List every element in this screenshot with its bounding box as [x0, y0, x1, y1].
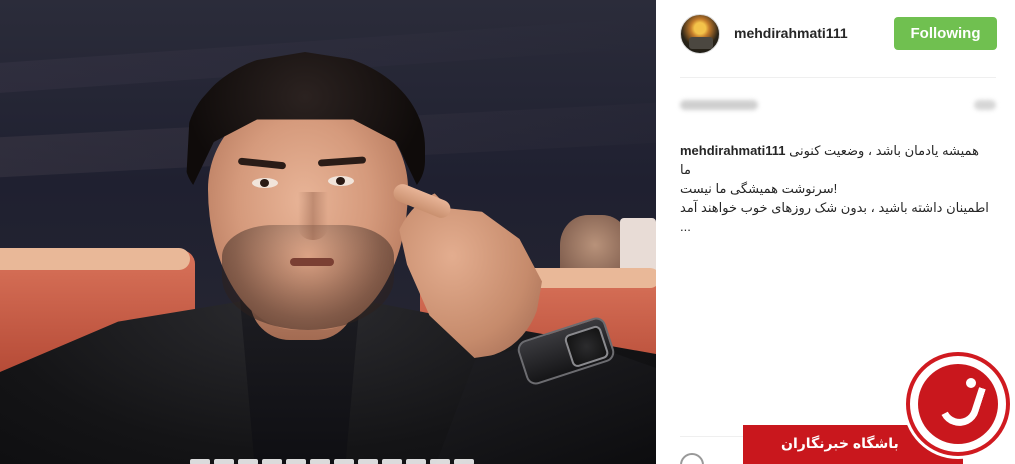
avatar[interactable] — [680, 14, 720, 54]
man-mouth — [290, 258, 334, 266]
left-eye — [252, 178, 278, 188]
caption-username[interactable]: mehdirahmati111 — [680, 143, 786, 158]
right-eye — [328, 176, 354, 186]
header-divider — [680, 77, 996, 78]
blurred-timestamp — [974, 100, 996, 110]
post-header: mehdirahmati111 Following — [680, 14, 997, 56]
watermark-dot — [966, 378, 976, 388]
caption-line-2: ما — [680, 162, 691, 177]
watermark-logo-inner — [918, 364, 998, 444]
caption-line-1: همیشه یادمان باشد ، وضعیت کنونی — [789, 143, 979, 158]
watermark-logo — [906, 352, 1010, 456]
photo-caption-strip — [190, 452, 490, 464]
blurred-meta-row — [680, 98, 996, 112]
post-photo[interactable] — [0, 0, 656, 464]
following-button[interactable]: Following — [894, 17, 997, 50]
caption-line-5: ... — [680, 219, 691, 234]
heart-icon[interactable] — [680, 453, 704, 464]
username-link[interactable]: mehdirahmati111 — [734, 25, 848, 41]
caption-line-3: !سرنوشت همیشگی ما نیست — [680, 181, 838, 196]
watermark-text: باشگاه خبرنگاران — [781, 435, 899, 451]
blurred-text — [680, 100, 758, 110]
man-nose — [298, 192, 328, 240]
seat-top-left — [0, 248, 190, 270]
caption-line-4: اطمینان داشته باشید ، بدون شک روزهای خوب… — [680, 200, 989, 215]
post-caption: mehdirahmati111 همیشه یادمان باشد ، وضعی… — [680, 141, 1002, 236]
caption-first-line: mehdirahmati111 همیشه یادمان باشد ، وضعی… — [680, 141, 1002, 160]
man-beard — [222, 225, 394, 330]
watermark-glyph — [934, 376, 986, 432]
